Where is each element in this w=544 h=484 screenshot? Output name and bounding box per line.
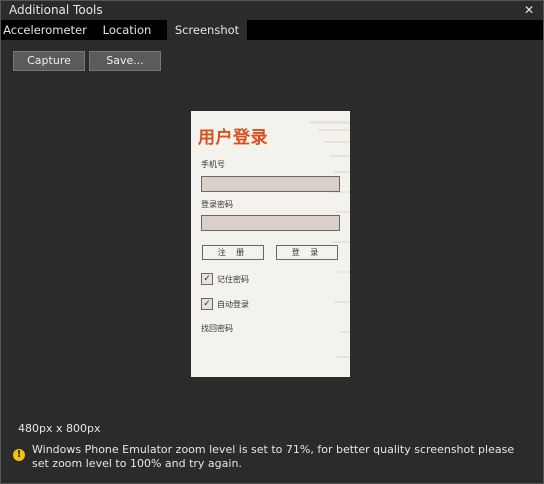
auto-login-label: 自动登录: [217, 300, 249, 309]
password-label: 登录密码: [201, 200, 233, 209]
register-button: 注 册: [202, 245, 264, 260]
window-title: Additional Tools: [9, 3, 103, 17]
phone-screenshot-preview: 用户登录 手机号 登录密码 注 册 登 录 ✓ 记住密码 ✓ 自动登录 找回密码: [191, 111, 350, 377]
tab-accelerometer[interactable]: Accelerometer: [3, 20, 87, 40]
tab-screenshot[interactable]: Screenshot: [167, 20, 247, 40]
warning-message: Windows Phone Emulator zoom level is set…: [32, 443, 515, 470]
remember-password-checkbox: ✓: [201, 273, 213, 285]
resolution-text: 480px x 800px: [18, 422, 101, 435]
login-title: 用户登录: [198, 128, 268, 148]
close-icon[interactable]: ✕: [523, 1, 535, 20]
phone-number-label: 手机号: [201, 160, 225, 169]
save-button[interactable]: Save...: [89, 51, 161, 71]
decorative-pattern: [310, 121, 350, 358]
remember-password-label: 记住密码: [217, 275, 249, 284]
additional-tools-window: Additional Tools ✕ Accelerometer Locatio…: [0, 0, 544, 484]
title-bar: Additional Tools ✕: [1, 1, 543, 20]
auto-login-checkbox: ✓: [201, 298, 213, 310]
tab-strip: Accelerometer Location Screenshot: [1, 20, 543, 40]
tab-location[interactable]: Location: [97, 20, 157, 40]
login-button: 登 录: [276, 245, 338, 260]
password-field: [201, 215, 340, 231]
find-password-link: 找回密码: [201, 324, 233, 333]
capture-button[interactable]: Capture: [13, 51, 85, 71]
warning-icon: !: [13, 449, 25, 461]
phone-number-field: [201, 176, 340, 192]
